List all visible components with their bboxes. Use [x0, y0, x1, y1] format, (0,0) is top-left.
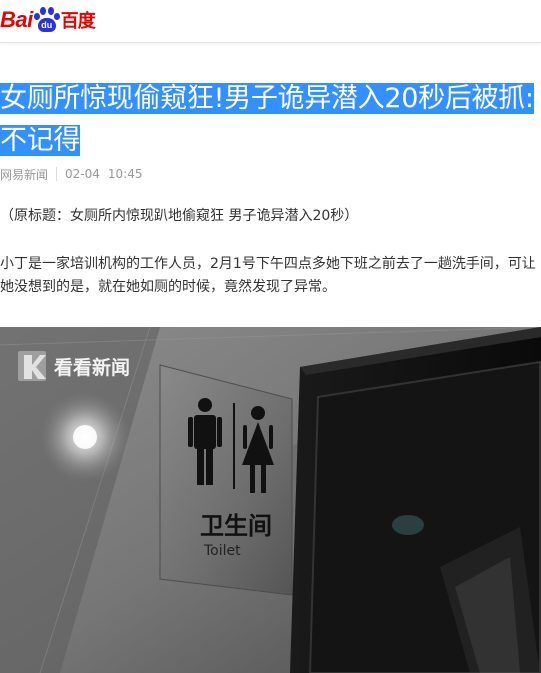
sign-text-en: Toilet: [203, 543, 241, 559]
article-time: 10:45: [107, 167, 143, 181]
logo-text-bai: Bai: [0, 7, 33, 32]
article-paragraph: （原标题：女厕所内惊现趴地偷窥狂 男子诡异潜入20秒）: [0, 208, 359, 224]
top-bar: Bai du 百度: [0, 0, 541, 43]
sign-text-cn: 卫生间: [200, 512, 272, 540]
paw-icon-text: du: [37, 18, 56, 32]
paw-icon: du: [33, 7, 60, 33]
meta-divider: [56, 167, 58, 181]
article-title: 女厕所惊现偷窥狂!男子诡异潜入20秒后被抓:不记得: [0, 83, 534, 156]
article-photo: 卫生间 Toilet 看看新闻: [0, 327, 541, 673]
article-meta: 网易新闻 02-04 10:45: [0, 166, 142, 182]
article-date: 02-04: [65, 167, 100, 181]
baidu-logo[interactable]: Bai du 百度: [0, 4, 100, 36]
watermark-text: 看看新闻: [53, 356, 130, 379]
article-source[interactable]: 网易新闻: [0, 166, 48, 183]
article-paragraph: 小丁是一家培训机构的工作人员，2月1号下午四点多她下班之前去了一趟洗手间，可让她…: [0, 256, 536, 295]
article-title-block: 女厕所惊现偷窥狂!男子诡异潜入20秒后被抓:不记得: [0, 78, 541, 162]
logo-text-baidu-cn: 百度: [60, 11, 96, 32]
